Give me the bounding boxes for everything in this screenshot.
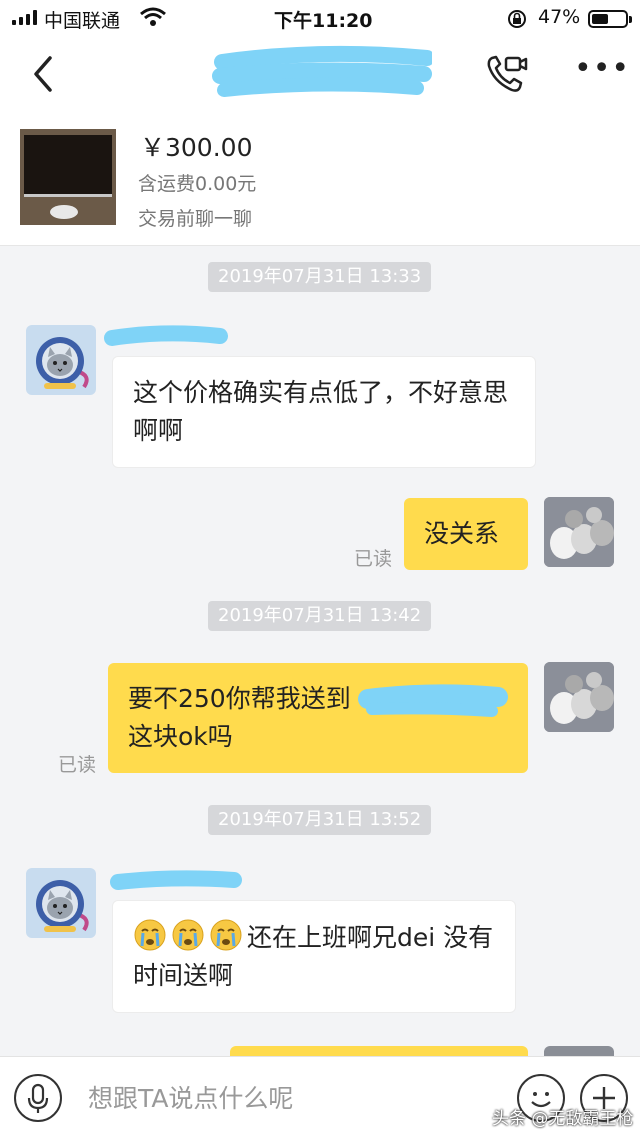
signal-icon — [12, 10, 37, 25]
more-options-button[interactable]: ••• — [574, 54, 629, 90]
battery-icon — [588, 10, 632, 28]
crying-emoji-icon — [210, 919, 242, 951]
product-price: ￥300.00 — [140, 133, 253, 162]
sender-name-redacted — [104, 325, 228, 346]
product-card[interactable]: ￥300.00 含运费0.00元 交易前聊一聊 — [0, 112, 640, 246]
crying-emoji-icon — [134, 919, 166, 951]
read-receipt: 已读 — [354, 548, 393, 570]
carrier-name: 中国联通 — [44, 10, 121, 32]
microphone-icon — [27, 1083, 49, 1113]
message-text-cont: 这块ok吗 — [128, 722, 233, 751]
message-input[interactable] — [88, 1071, 498, 1125]
message-outgoing[interactable]: 没关系 — [404, 498, 528, 570]
crying-emoji-icon — [172, 919, 204, 951]
timestamp: 2019年07月31日 13:52 — [208, 805, 432, 835]
message-incoming[interactable]: 还在上班啊兄dei 没有时间送啊 — [112, 900, 516, 1013]
my-avatar[interactable] — [544, 662, 614, 732]
seller-avatar[interactable] — [26, 868, 96, 938]
watermark: 头条 @无敌霸王枪 — [492, 1109, 634, 1129]
kittens-photo-icon — [544, 497, 614, 567]
message-text: 这个价格确实有点低了，不好意思啊啊 — [133, 378, 509, 445]
message-outgoing[interactable]: 要不250你帮我送到 这块ok吗 — [108, 663, 528, 773]
astronaut-cat-icon — [36, 880, 89, 932]
message-text: 要不250你帮我送到 — [128, 684, 351, 713]
kittens-photo-icon — [544, 662, 614, 732]
product-image[interactable] — [20, 129, 116, 225]
wifi-icon — [140, 7, 166, 26]
timestamp: 2019年07月31日 13:42 — [208, 601, 432, 631]
astronaut-cat-icon — [36, 337, 89, 389]
battery-percent: 47% — [538, 6, 581, 28]
call-icon[interactable] — [484, 52, 528, 96]
chat-before-trade-label: 交易前聊一聊 — [138, 208, 253, 230]
message-incoming[interactable]: 这个价格确实有点低了，不好意思啊啊 — [112, 356, 536, 468]
back-button[interactable] — [26, 54, 66, 94]
seller-avatar[interactable] — [26, 325, 96, 395]
read-receipt: 已读 — [58, 754, 97, 776]
orientation-lock-icon — [508, 10, 526, 28]
contact-name-redacted — [212, 45, 432, 97]
chat-header: ••• — [0, 36, 640, 112]
status-bar: 中国联通 下午11:20 47% — [0, 0, 640, 36]
clock: 下午11:20 — [274, 10, 373, 32]
shipping-fee: 含运费0.00元 — [138, 173, 257, 195]
timestamp: 2019年07月31日 13:33 — [208, 262, 432, 292]
my-avatar[interactable] — [544, 497, 614, 567]
sender-name-redacted — [110, 870, 242, 890]
voice-input-button[interactable] — [14, 1074, 62, 1122]
message-text: 没关系 — [424, 519, 500, 548]
address-redacted — [358, 684, 508, 717]
